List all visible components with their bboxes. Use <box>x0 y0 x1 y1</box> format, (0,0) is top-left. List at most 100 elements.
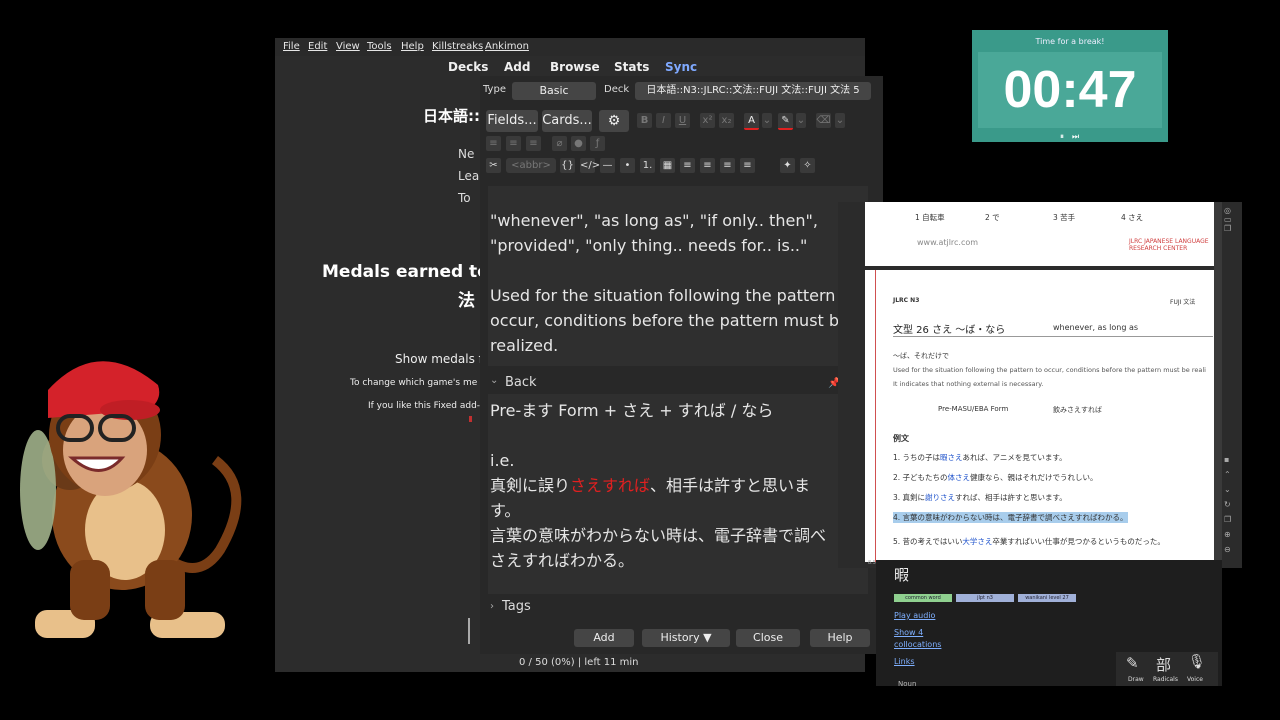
align-left-icon[interactable]: ≡ <box>700 158 715 173</box>
microphone-icon[interactable]: 🎙 <box>1188 654 1206 670</box>
pdf-example-4-selected[interactable]: 4. 言葉の意味がわからない時は、電子辞書で調べさえすればわかる。 <box>893 512 1128 523</box>
chevron-up-icon[interactable]: ⌃ <box>1224 467 1238 482</box>
back-example-1-cont: す。 <box>490 501 521 520</box>
tags-label[interactable]: Tags <box>502 599 531 614</box>
align-right-icon[interactable]: ≡ <box>720 158 735 173</box>
menu-killstreaks[interactable]: Killstreaks <box>432 41 483 52</box>
sparkle-icon[interactable]: ✦ <box>780 158 795 173</box>
braces-icon[interactable]: {} <box>560 158 575 173</box>
microphone-icon[interactable]: ● <box>571 136 586 151</box>
menu-edit[interactable]: Edit <box>308 41 327 52</box>
form-left: Pre-MASU/EBA Form <box>938 405 1009 413</box>
show-collocations-link-2[interactable]: collocations <box>894 640 941 649</box>
table-icon[interactable]: ▦ <box>660 158 675 173</box>
links-link[interactable]: Links <box>894 657 915 666</box>
type-label: Type <box>483 84 506 95</box>
numbered-list-icon[interactable]: 1. <box>640 158 655 173</box>
back-field-label: Back <box>505 375 537 390</box>
pdf-example-1: 1. うちの子は暇さえあれば、アニメを見ています。 <box>893 452 1067 463</box>
page-number-icon[interactable]: ▪ <box>1224 452 1238 467</box>
chevron-down-icon[interactable]: ⌄ <box>1224 482 1238 497</box>
scroll-edge <box>468 618 470 644</box>
front-line-2: "provided", "only thing.. needs for.. is… <box>490 236 808 255</box>
menu-ankimon[interactable]: Ankimon <box>485 41 529 52</box>
pdf-example-5: 5. 昔の考えではいい大学さえ卒業すればいい仕事が見つかるというものだった。 <box>893 536 1165 547</box>
menu-bar: File Edit View Tools Help Killstreaks An… <box>275 38 865 56</box>
play-audio-link[interactable]: Play audio <box>894 611 935 620</box>
radicals-label[interactable]: Radicals <box>1153 676 1178 683</box>
show-medals-text: Show medals f <box>395 352 483 366</box>
document-icon[interactable]: ❐ <box>1224 512 1238 527</box>
deck-select-button[interactable]: 日本語::N3::JLRC::文法::FUJI 文法::FUJI 文法 5 <box>635 82 871 100</box>
formula-icon[interactable]: ƒ <box>590 136 605 151</box>
nav-add[interactable]: Add <box>504 60 530 74</box>
subscript-icon[interactable]: x₂ <box>719 113 734 128</box>
voice-label[interactable]: Voice <box>1187 676 1203 683</box>
eraser-icon[interactable]: ⌫ <box>816 113 831 128</box>
stat-learning: Lea <box>458 169 480 183</box>
monkey-mascot-avatar <box>10 340 250 650</box>
choice-3: 3 苦手 <box>1053 213 1076 222</box>
underline-icon[interactable]: U <box>675 113 690 128</box>
cards-button[interactable]: Cards... <box>542 110 592 132</box>
add-button[interactable]: Add <box>574 629 634 647</box>
pause-icon[interactable]: ⏸ <box>1060 132 1064 142</box>
ex1-a: 1. うちの子は <box>893 453 941 462</box>
numbered-list-icon[interactable]: ≡ <box>506 136 521 151</box>
highlight-icon[interactable]: ✎ <box>778 113 793 130</box>
align-icon[interactable]: ≡ <box>526 136 541 151</box>
help-button[interactable]: Help <box>810 629 870 647</box>
align-center-icon[interactable]: ≡ <box>680 158 695 173</box>
draw-label[interactable]: Draw <box>1128 676 1144 683</box>
zoom-out-icon[interactable]: ⊖ <box>1224 542 1238 557</box>
refresh-icon[interactable]: ↻ <box>1224 497 1238 512</box>
back-example-2: 言葉の意味がわからない時は、電子辞書で調べ <box>490 526 827 545</box>
chevron-down-icon[interactable]: ⌄ <box>835 113 845 128</box>
attach-icon[interactable]: ⌀ <box>552 136 567 151</box>
horizontal-rule-icon[interactable]: — <box>600 158 615 173</box>
front-field[interactable]: "whenever", "as long as", "if only.. the… <box>488 186 868 366</box>
gear-icon[interactable]: ⚙ <box>599 110 629 132</box>
menu-view[interactable]: View <box>336 41 360 52</box>
nav-stats[interactable]: Stats <box>614 60 649 74</box>
skip-icon[interactable]: ⏭ <box>1072 132 1079 142</box>
pdf-scrollbar[interactable] <box>1214 202 1222 568</box>
copy-icon[interactable]: ❐ <box>1224 224 1238 233</box>
tag-wanikani: wanikani level 27 <box>1018 594 1076 602</box>
code-icon[interactable]: </> <box>580 158 600 173</box>
pdf-example-3: 3. 真剣に謝りさえすれば、相手は許すと思います。 <box>893 492 1067 503</box>
menu-help[interactable]: Help <box>401 41 424 52</box>
history-button[interactable]: History ▼ <box>642 629 730 647</box>
zoom-in-icon[interactable]: ⊕ <box>1224 527 1238 542</box>
cloze-icon[interactable]: ✂ <box>486 158 501 173</box>
abbr-button[interactable]: <abbr> <box>506 158 556 173</box>
close-button[interactable]: Close <box>736 629 800 647</box>
bullet-list-icon[interactable]: • <box>620 158 635 173</box>
tags-chevron-icon[interactable]: › <box>490 601 494 612</box>
chevron-down-icon[interactable]: ⌄ <box>796 113 806 128</box>
text-color-icon[interactable]: A <box>744 113 759 130</box>
bookmark-icon[interactable]: ▭ <box>1224 215 1238 224</box>
back-example-1: 真剣に誤りさえすれば、相手は許すと思いま <box>490 473 810 498</box>
italic-icon[interactable]: I <box>656 113 671 128</box>
radicals-icon[interactable]: 部 <box>1156 654 1171 675</box>
superscript-icon[interactable]: x² <box>700 113 715 128</box>
settings-icon[interactable]: ◎ <box>1224 206 1238 215</box>
sparkle-off-icon[interactable]: ✧ <box>800 158 815 173</box>
bold-icon[interactable]: B <box>637 113 652 128</box>
justify-icon[interactable]: ≡ <box>740 158 755 173</box>
menu-tools[interactable]: Tools <box>367 41 392 52</box>
menu-file[interactable]: File <box>283 41 300 52</box>
draw-icon[interactable]: ✎ <box>1126 654 1139 672</box>
chevron-down-icon[interactable]: ⌄ <box>762 113 772 128</box>
back-field[interactable]: Pre-ます Form + さえ + すれば / なら i.e. 真剣に誤りさえ… <box>488 394 868 594</box>
nav-sync[interactable]: Sync <box>665 60 697 74</box>
nav-decks[interactable]: Decks <box>448 60 488 74</box>
collapse-chevron-icon[interactable]: ⌄ <box>490 375 498 386</box>
fields-button[interactable]: Fields... <box>486 110 538 132</box>
note-type-button[interactable]: Basic <box>512 82 596 100</box>
show-collocations-link[interactable]: Show 4 <box>894 628 923 637</box>
bullet-list-icon[interactable]: ≡ <box>486 136 501 151</box>
nav-browse[interactable]: Browse <box>550 60 600 74</box>
ex5-b: 大学さえ <box>962 537 993 546</box>
